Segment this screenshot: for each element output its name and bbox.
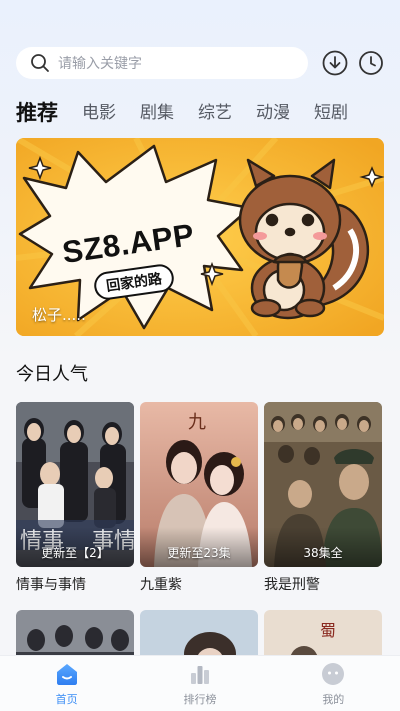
home-icon	[55, 662, 79, 686]
search-icon	[30, 53, 50, 73]
card-title: 情事与事情	[16, 577, 86, 593]
svg-text:蜀: 蜀	[320, 621, 336, 640]
tab-series[interactable]: 剧集	[140, 101, 174, 125]
tab-recommend[interactable]: 推荐	[16, 101, 58, 125]
section-title: 今日人气	[16, 364, 88, 385]
episode-status: 更新至【2】	[41, 546, 109, 560]
ranking-icon	[188, 662, 212, 686]
poster-image: 九 更新至23集	[140, 402, 258, 567]
nav-label: 排行榜	[183, 693, 217, 706]
profile-icon	[321, 662, 345, 686]
history-clock-icon[interactable]	[358, 50, 384, 76]
poster-image: 情事 事情 更新至【2】	[16, 402, 134, 567]
tab-short-drama[interactable]: 短剧	[314, 101, 348, 125]
media-card[interactable]: 九 更新至23集 九重紫	[140, 402, 258, 594]
nav-label: 我的	[322, 693, 345, 706]
search-bar[interactable]: 请输入关键字	[16, 47, 308, 79]
poster-image: 38集全	[264, 402, 382, 567]
card-title: 九重紫	[140, 577, 182, 593]
tab-variety[interactable]: 综艺	[198, 101, 232, 125]
banner-caption: 松子.....	[32, 306, 86, 324]
card-title: 我是刑警	[264, 577, 320, 593]
bottom-nav: 首页 排行榜 我的	[0, 655, 400, 711]
category-tabs: 推荐 电影 剧集 综艺 动漫 短剧	[16, 95, 400, 125]
promo-banner[interactable]: SZ8.APP 回家的路 松子.....	[16, 138, 384, 336]
svg-text:九: 九	[188, 412, 206, 433]
episode-status: 38集全	[303, 546, 343, 560]
nav-ranking[interactable]: 排行榜	[133, 656, 266, 711]
nav-profile[interactable]: 我的	[267, 656, 400, 711]
media-card[interactable]: 情事 事情 更新至【2】 情事与事情	[16, 402, 134, 594]
nav-home[interactable]: 首页	[0, 656, 133, 711]
tab-anime[interactable]: 动漫	[256, 101, 290, 125]
search-input[interactable]: 请输入关键字	[58, 53, 142, 73]
nav-label: 首页	[55, 693, 78, 706]
tab-movies[interactable]: 电影	[82, 101, 116, 125]
media-card[interactable]: 38集全 我是刑警	[264, 402, 382, 594]
episode-status: 更新至23集	[167, 546, 231, 560]
download-icon[interactable]	[322, 50, 348, 76]
